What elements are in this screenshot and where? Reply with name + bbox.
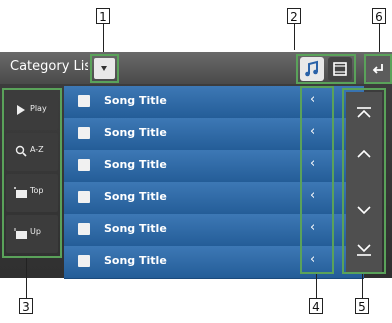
- callout-frame-3: [2, 88, 62, 258]
- music-file-icon: [78, 127, 90, 139]
- callout-2: 2: [287, 8, 301, 24]
- page-title: Category Lis: [10, 59, 88, 74]
- song-title: Song Title: [104, 158, 167, 171]
- song-title: Song Title: [104, 254, 167, 267]
- callout-frame-2: [296, 54, 356, 84]
- callout-4: 4: [309, 298, 323, 314]
- music-file-icon: [78, 255, 90, 267]
- music-file-icon: [78, 95, 90, 107]
- callout-5: 5: [355, 298, 369, 314]
- music-file-icon: [78, 223, 90, 235]
- callout-line: [362, 274, 363, 298]
- song-title: Song Title: [104, 126, 167, 139]
- music-file-icon: [78, 159, 90, 171]
- callout-frame-4: [300, 86, 334, 274]
- callout-frame-1: [90, 54, 119, 83]
- callout-frame-6: [364, 54, 392, 84]
- song-title: Song Title: [104, 222, 167, 235]
- callout-1: 1: [96, 8, 110, 24]
- callout-line: [379, 24, 380, 52]
- callout-6: 6: [372, 8, 386, 24]
- callout-3: 3: [19, 298, 33, 314]
- callout-frame-5: [342, 88, 386, 274]
- callout-line: [316, 274, 317, 298]
- song-title: Song Title: [104, 94, 167, 107]
- song-title: Song Title: [104, 190, 167, 203]
- callout-line: [103, 24, 104, 54]
- callout-line: [26, 258, 27, 298]
- callout-line: [294, 24, 295, 50]
- music-file-icon: [78, 191, 90, 203]
